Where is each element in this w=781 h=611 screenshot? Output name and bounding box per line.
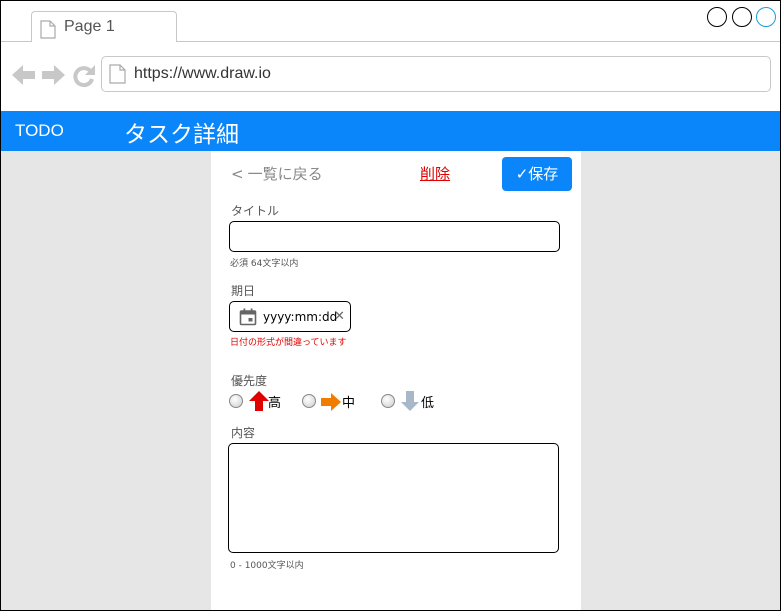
title-hint: 必須 64文字以内 xyxy=(230,259,299,269)
priority-medium-radio[interactable] xyxy=(302,394,316,408)
chevron-left-icon: < xyxy=(231,165,244,183)
delete-link[interactable]: 削除 xyxy=(420,163,450,184)
arrow-right-icon xyxy=(321,393,341,411)
calendar-icon xyxy=(239,308,257,326)
back-link-label: 一覧に戻る xyxy=(247,165,323,183)
content-hint: 0 - 1000文字以内 xyxy=(230,561,304,571)
url-bar[interactable]: https://www.draw.io xyxy=(101,56,771,92)
tab-label: Page 1 xyxy=(64,18,115,35)
reload-icon[interactable] xyxy=(72,64,96,88)
arrow-up-icon xyxy=(249,391,269,411)
due-date-input[interactable]: yyyy:mm:dd ✕ xyxy=(229,301,351,332)
content-textarea[interactable] xyxy=(228,443,559,553)
app-logo[interactable]: TODO xyxy=(15,121,64,141)
page-icon xyxy=(109,64,126,84)
navigation-bar: https://www.draw.io xyxy=(1,42,780,111)
browser-window: Page 1 https://www.draw.io TODO タスク詳細 < … xyxy=(0,0,781,611)
forward-arrow-icon[interactable] xyxy=(41,64,65,86)
priority-high-label: 高 xyxy=(268,396,282,411)
priority-low-radio[interactable] xyxy=(381,394,395,408)
browser-tab[interactable]: Page 1 xyxy=(31,11,177,43)
content-label: 内容 xyxy=(231,426,256,440)
window-close-button[interactable] xyxy=(756,7,776,27)
url-text: https://www.draw.io xyxy=(134,65,271,82)
arrow-down-icon xyxy=(401,391,419,411)
tab-bar: Page 1 xyxy=(1,1,780,43)
task-detail-panel: < 一覧に戻る 削除 ✓保存 タイトル 必須 64文字以内 期日 yyyy:mm:… xyxy=(211,151,581,610)
title-label: タイトル xyxy=(231,204,280,218)
due-date-error: 日付の形式が間違っています xyxy=(230,338,347,348)
page-icon xyxy=(40,20,56,39)
save-button[interactable]: ✓保存 xyxy=(502,157,572,191)
due-date-label: 期日 xyxy=(231,284,256,298)
priority-label: 優先度 xyxy=(231,374,268,388)
priority-low-label: 低 xyxy=(421,396,435,411)
window-minimize-button[interactable] xyxy=(707,7,727,27)
back-arrow-icon[interactable] xyxy=(12,64,36,86)
clear-date-icon[interactable]: ✕ xyxy=(334,309,345,324)
title-input[interactable] xyxy=(229,221,560,252)
page-title: タスク詳細 xyxy=(124,122,239,148)
app-header: TODO タスク詳細 xyxy=(1,111,780,151)
back-to-list-link[interactable]: < 一覧に戻る xyxy=(231,163,323,184)
priority-medium-label: 中 xyxy=(342,396,356,411)
window-maximize-button[interactable] xyxy=(732,7,752,27)
due-date-placeholder: yyyy:mm:dd xyxy=(263,310,338,324)
priority-high-radio[interactable] xyxy=(229,394,243,408)
